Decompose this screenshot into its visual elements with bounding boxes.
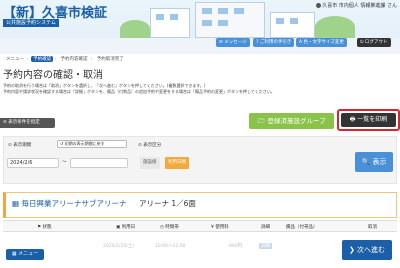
kind-label: ⊙ 表示区分 [138, 143, 162, 148]
kind-option-date[interactable]: 利用日順 [165, 157, 189, 169]
col-equipment: 備品（付帯品） [286, 225, 318, 230]
table-header: ⚑ 状態 ▣ 利用日 ◷ 時間帯 ¥ 使用料 詳細 備品（付帯品） 取消 [3, 220, 397, 232]
user-info: 久喜市 市内個人 情報推進課 さん [316, 2, 397, 9]
kind-option-facility[interactable]: 施設値 [140, 157, 160, 169]
breadcrumb-menu[interactable]: メニュー [4, 56, 26, 62]
display-settings-button[interactable]: A 色・文字サイズ変更 [296, 38, 347, 47]
building-window [170, 14, 178, 20]
logout-label: ログアウト [365, 40, 388, 45]
description-line: 予約内容や請求状況を確認する場合は「詳細」ボタンを、備品（付帯品）の追加予約や変… [3, 89, 275, 94]
row-detail-button[interactable]: 詳細 [259, 243, 272, 249]
period-label: ⊙ 表示期間 [8, 143, 32, 148]
page-description: 予約の取消を行う場合は「取消」ボタンを選択し、「次へ進む」ボタンを押してください… [3, 83, 275, 95]
breadcrumb-reservation-check[interactable]: 予約確認 [31, 56, 54, 62]
row-fee: 800円 [229, 244, 243, 249]
message-button[interactable]: ✉ メッセージ [216, 38, 250, 47]
col-fee-text: 使用料 [215, 225, 229, 230]
facility-room-text: アリーナ [139, 199, 169, 208]
site-subtitle: 公共施設予約システム [3, 19, 59, 27]
building-window [156, 14, 164, 20]
col-date: ▣ 利用日 [116, 225, 136, 230]
facility-name: ▦ 毎日興業アリーナサブアリーナ [12, 199, 127, 208]
user-icon [316, 3, 322, 8]
facility-group-button[interactable]: 🗁 登録済施設グループ [249, 113, 334, 129]
col-time: ◷ 時間帯 [160, 225, 179, 230]
row-time: 10:00〜12:00 [155, 244, 186, 249]
col-status: ⚑ 状態 [37, 225, 52, 230]
guide-label: ご利用の手引き [259, 40, 292, 45]
search-label: 表示 [372, 158, 387, 166]
tree-illustration [315, 16, 355, 38]
date-to-input[interactable] [70, 158, 128, 168]
building-window [202, 8, 212, 14]
col-time-text: 時間帯 [165, 225, 179, 230]
guide-button[interactable]: ? ご利用の手引き [253, 38, 295, 47]
building-window [202, 20, 212, 26]
building-window [290, 18, 298, 24]
menu-label: メニュー [18, 251, 39, 257]
next-label: 次へ進む [357, 246, 386, 254]
print-button[interactable]: 🖶 一覧を印刷 [341, 113, 396, 127]
tree-illustration [120, 20, 150, 38]
filter-toggle-label: 表示条件を指定 [8, 120, 40, 125]
building-illustration [270, 12, 315, 38]
building-window [276, 18, 284, 24]
page-title: 予約内容の確認・取消 [3, 70, 103, 81]
row-date: 2024/2/10(土) [103, 244, 135, 249]
col-date-text: 利用日 [121, 225, 136, 230]
breadcrumb-content-check: 予約内容確認 [60, 57, 88, 62]
facility-group-label: 登録済施設グループ [267, 117, 326, 125]
facility-name-text: 毎日興業アリーナサブアリーナ [21, 199, 127, 208]
print-label: 一覧を印刷 [357, 116, 388, 123]
col-cancel: 取消 [368, 225, 377, 230]
search-button[interactable]: 🔍 表示 [355, 152, 393, 172]
display-settings-label: 色・文字サイズ変更 [303, 40, 344, 45]
col-fee: ¥ 使用料 [211, 225, 229, 230]
breadcrumb: メニュー › 予約確認 › 予約内容確認 › 予約取消完了 [4, 56, 124, 62]
next-button[interactable]: ❯ 次へ進む [342, 240, 392, 260]
kind-label-text: 表示区分 [143, 143, 162, 148]
col-detail: 詳細 [261, 225, 270, 230]
facility-room: アリーナ 1／6面 [139, 198, 196, 209]
reset-period-button[interactable]: ↺ 初期の表示期間に戻す [57, 140, 127, 148]
period-label-text: 表示期間 [13, 143, 32, 148]
reset-period-label: 初期の表示期間に戻す [64, 141, 105, 146]
facility-count: 1／6面 [171, 199, 196, 208]
building-window [234, 8, 244, 14]
building-window [218, 20, 228, 26]
col-status-text: 状態 [42, 225, 52, 230]
message-label: メッセージ [224, 40, 247, 45]
building-illustration [150, 8, 190, 38]
breadcrumb-cancel-complete: 予約取消完了 [96, 57, 124, 62]
table-row: 2024/2/10(土) 10:00〜12:00 800円 詳細 [3, 239, 397, 257]
site-header: 【新】久喜市検証 公共施設予約システム 久喜市 市内個人 情報推進課 さん ✉ … [0, 0, 400, 54]
facility-header: ▦ 毎日興業アリーナサブアリーナ アリーナ 1／6面 [3, 192, 397, 218]
print-button-highlight: 🖶 一覧を印刷 [337, 109, 400, 131]
filter-toggle-button[interactable]: ≡ 表示条件を指定 [0, 118, 55, 128]
date-from-input[interactable]: 2024/2/6 [7, 158, 59, 168]
logout-button[interactable]: ⏻ ログアウト [357, 38, 391, 47]
date-separator: 〜 [62, 160, 67, 165]
user-name: 久喜市 市内個人 情報推進課 さん [322, 3, 397, 9]
building-window [218, 8, 228, 14]
menu-button[interactable]: ▦ メニュー [6, 249, 44, 260]
